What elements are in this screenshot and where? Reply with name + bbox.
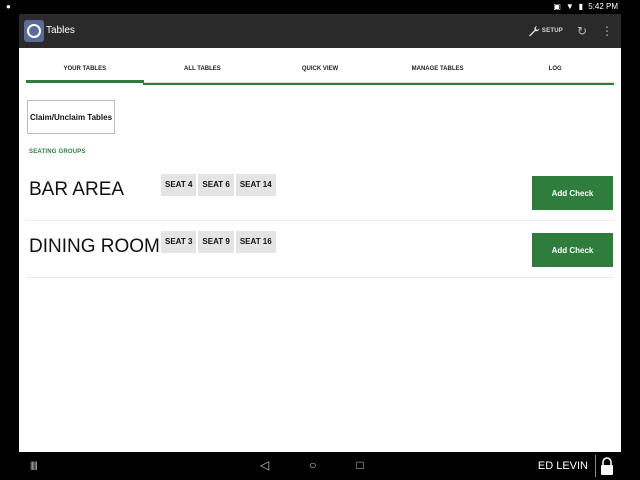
seat-list: SEAT 3 SEAT 9 SEAT 16 [161,231,276,253]
back-icon[interactable]: ◁ [260,458,269,472]
app-header: Tables SETUP ↻ ⋮ [19,14,621,48]
seat-chip[interactable]: SEAT 4 [161,174,197,196]
add-check-button[interactable]: Add Check [532,176,613,210]
seat-chip[interactable]: SEAT 14 [235,174,276,196]
status-time: 5:42 PM [588,2,618,11]
claim-unclaim-tables-button[interactable]: Claim/Unclaim Tables [27,100,115,134]
add-check-button[interactable]: Add Check [532,233,613,267]
notification-icon: ● [6,2,11,11]
lock-icon[interactable] [600,456,614,476]
divider [595,455,596,477]
tab-manage-tables[interactable]: MANAGE TABLES [379,59,497,82]
tab-log[interactable]: LOG [496,59,614,82]
seating-group-row: DINING ROOM SEAT 3 SEAT 9 SEAT 16 Add Ch… [26,221,614,278]
status-icons: ▣ ▼ ▮ 5:42 PM [553,2,618,11]
seat-chip[interactable]: SEAT 9 [198,231,234,253]
navigation-bar: ||||| ◁ ○ □ ED LEVIN [0,452,640,480]
refresh-icon[interactable]: ↻ [577,25,587,37]
seat-chip[interactable]: SEAT 3 [161,231,197,253]
wifi-icon: ▼ [565,2,574,11]
app-title: Tables [46,25,75,36]
tab-all-tables[interactable]: ALL TABLES [144,59,262,82]
seat-chip[interactable]: SEAT 16 [235,231,276,253]
app-logo [24,20,44,42]
tab-bar: YOUR TABLES ALL TABLES QUICK VIEW MANAGE… [26,59,614,83]
tab-your-tables[interactable]: YOUR TABLES [26,59,144,83]
wrench-icon [528,26,540,37]
more-options-icon[interactable]: ⋮ [601,25,613,37]
user-name[interactable]: ED LEVIN [538,460,588,472]
battery-icon: ▮ [578,2,584,11]
nfc-icon: ▣ [553,2,561,11]
keyboard-icon[interactable]: ||||| [30,460,38,470]
seating-groups-label: SEATING GROUPS [29,149,86,155]
setup-button[interactable]: SETUP [528,25,563,37]
status-bar: ● ▣ ▼ ▮ 5:42 PM [0,0,640,14]
setup-label: SETUP [541,28,563,34]
tab-quick-view[interactable]: QUICK VIEW [261,59,379,82]
group-name: DINING ROOM [29,236,160,257]
tab-bar-line [143,83,614,85]
recents-icon[interactable]: □ [356,458,363,472]
seat-list: SEAT 4 SEAT 6 SEAT 14 [161,174,276,196]
home-icon[interactable]: ○ [309,458,316,472]
seat-chip[interactable]: SEAT 6 [198,174,234,196]
group-name: BAR AREA [29,179,125,200]
seating-group-row: BAR AREA SEAT 4 SEAT 6 SEAT 14 Add Check [26,164,614,221]
